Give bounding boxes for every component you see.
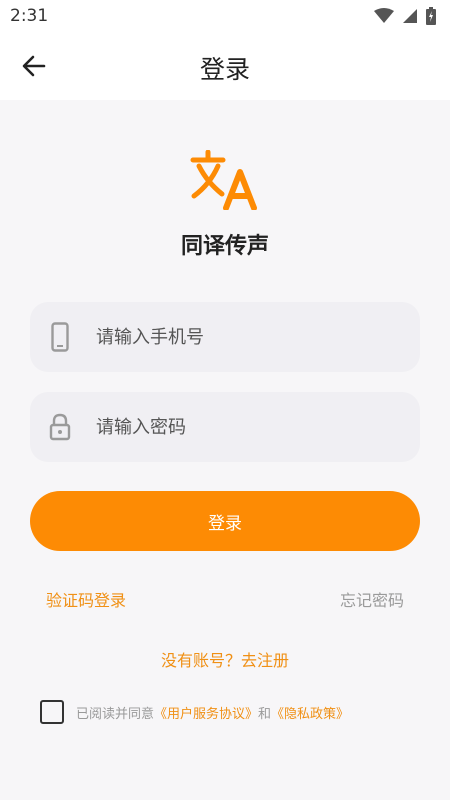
agree-checkbox[interactable] [40, 700, 64, 724]
forgot-password-link[interactable]: 忘记密码 [340, 587, 404, 611]
lock-icon-wrap [30, 392, 90, 462]
agreement-row: 已阅读并同意 《用户服务协议》 和 《隐私政策》 [40, 700, 349, 724]
terms-of-service-link[interactable]: 《用户服务协议》 [154, 703, 258, 722]
phone-input-row [30, 302, 420, 372]
agreement-conjunction: 和 [258, 706, 272, 722]
status-icons [374, 7, 436, 25]
agreement-prefix: 已阅读并同意 [76, 706, 155, 722]
register-link[interactable]: 没有账号？去注册 [0, 647, 450, 671]
status-bar: 2:31 [0, 0, 450, 32]
page-title: 登录 [199, 55, 250, 84]
privacy-policy-link[interactable]: 《隐私政策》 [271, 703, 349, 722]
smartphone-icon [51, 322, 69, 352]
battery-icon [426, 7, 436, 25]
signal-icon [403, 9, 417, 23]
wifi-icon [374, 8, 394, 23]
sms-login-link[interactable]: 验证码登录 [46, 587, 126, 611]
password-input[interactable] [90, 392, 420, 462]
phone-input[interactable] [90, 302, 420, 372]
status-time: 2:31 [10, 6, 49, 26]
translate-icon [190, 150, 257, 210]
app-name: 同译传声 [180, 234, 269, 259]
phone-icon-wrap [30, 302, 90, 372]
login-button[interactable]: 登录 [30, 491, 420, 551]
password-input-row [30, 392, 420, 462]
app-bar: 登录 [0, 32, 450, 100]
lock-icon [49, 413, 71, 441]
